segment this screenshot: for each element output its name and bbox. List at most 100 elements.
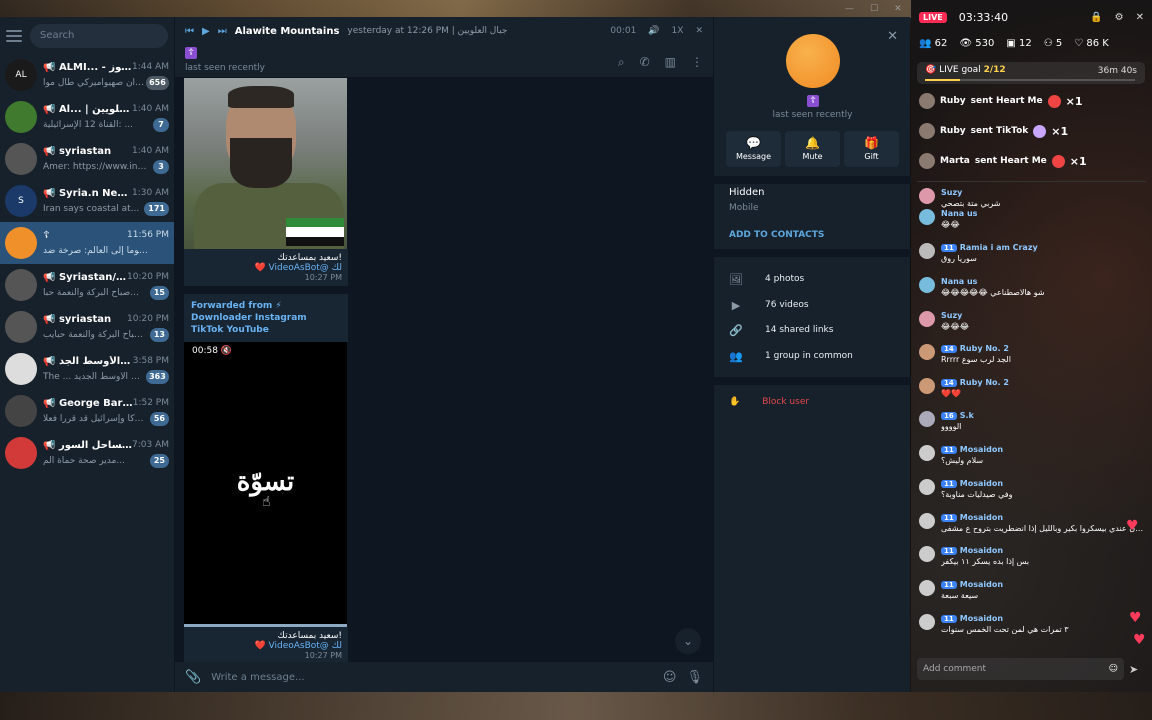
profile-action-mute[interactable]: 🔔 Mute [785, 131, 840, 167]
close-icon[interactable]: ✕ [887, 29, 898, 44]
avatar[interactable] [919, 243, 935, 259]
playback-speed[interactable]: 1X [672, 26, 684, 36]
play-icon[interactable]: ▶ [202, 26, 210, 37]
comment-author[interactable]: 11 Ramia i am Crazy [941, 243, 1144, 252]
chat-header[interactable]: ☦ last seen recently ⌕ ✆ ▥ ⋮ [175, 45, 713, 78]
avatar[interactable] [919, 378, 935, 394]
chat-list-item[interactable]: ☦ 11:56 PM من باب توما إلى العالم: صرخة … [0, 222, 174, 264]
comment-author[interactable]: 11 Mosaidon [941, 513, 1144, 522]
forwarded-header[interactable]: Forwarded from ⚡ Downloader Instagram Ti… [184, 294, 348, 342]
scroll-down-button[interactable]: ⌄ [675, 628, 701, 654]
avatar[interactable] [919, 479, 935, 495]
player-title[interactable]: Alawite Mountains [235, 26, 340, 37]
close-player-icon[interactable]: ✕ [695, 26, 703, 36]
volume-icon[interactable]: 🔊 [648, 26, 659, 36]
avatar[interactable] [919, 153, 935, 169]
emoji-icon[interactable]: ☺ [1109, 664, 1118, 674]
add-to-contacts-button[interactable]: ADD TO CONTACTS [729, 230, 824, 240]
comment-author[interactable]: Nana us [941, 277, 1144, 286]
minimize-icon[interactable]: — [845, 4, 854, 14]
avatar[interactable] [919, 123, 935, 139]
chat-list-item[interactable]: 📢 مرصد الساحل السور... 7:03 AM مدير صحة … [0, 432, 174, 474]
comment-author[interactable]: 11 Mosaidon [941, 614, 1144, 623]
comment-author[interactable]: Nana us [941, 209, 1144, 218]
avatar[interactable] [919, 411, 935, 427]
profile-action-message[interactable]: 💬 Message [726, 131, 781, 167]
avatar[interactable] [919, 546, 935, 562]
video-message[interactable]: 00:58 🔇 تسوّة ☝ [184, 342, 347, 627]
call-icon[interactable]: ✆ [640, 55, 650, 70]
maximize-icon[interactable]: ☐ [870, 4, 878, 14]
peer-emoji-icon: ☦ [185, 47, 197, 59]
chat-list-item[interactable]: 📢 الشرق الأوسط الجد... 3:58 PM The ... ا… [0, 348, 174, 390]
caption-link[interactable]: ❤️ VideoAsBot@ لك [190, 263, 342, 273]
chat-list-item[interactable]: 📢 Syriastan/Com... 10:20 PM صباح البركة … [0, 264, 174, 306]
avatar[interactable] [919, 513, 935, 529]
gift-user[interactable]: Ruby [940, 96, 966, 106]
avatar[interactable] [919, 311, 935, 327]
sidebar-toggle-icon[interactable]: ▥ [665, 55, 676, 70]
lock-icon[interactable]: 🔒 [1090, 12, 1102, 23]
avatar[interactable] [919, 344, 935, 360]
comment-author[interactable]: 14 Ruby No. 2 [941, 378, 1144, 387]
more-icon[interactable]: ⋮ [691, 55, 703, 70]
muted-icon[interactable]: 🔇 [221, 346, 232, 356]
divider [917, 181, 1146, 182]
gift-user[interactable]: Marta [940, 156, 970, 166]
comment-author[interactable]: Suzy [941, 188, 1144, 197]
close-icon[interactable]: ✕ [1136, 12, 1144, 23]
comment-author[interactable]: 11 Mosaidon [941, 445, 1144, 454]
chat-list-item[interactable]: 📢 George Barshen ... 1:52 PM أميركا وإسر… [0, 390, 174, 432]
avatar[interactable] [919, 209, 935, 225]
live-goal[interactable]: 🎯 LIVE goal 2/12 36m 40s [917, 62, 1145, 84]
send-icon[interactable]: ➤ [1129, 663, 1138, 676]
profile-avatar[interactable] [786, 34, 840, 88]
video-thumbnail[interactable] [184, 78, 347, 249]
previous-icon[interactable]: ⏮ [185, 26, 194, 37]
gift-text: sent Heart Me [974, 156, 1047, 166]
emoji-icon[interactable]: ☺ [663, 670, 677, 685]
menu-icon[interactable] [6, 29, 22, 42]
search-input[interactable] [40, 30, 158, 41]
comment-author[interactable]: 11 Mosaidon [941, 479, 1144, 488]
comment-input[interactable] [923, 664, 1109, 674]
comment-author[interactable]: 16 S.k [941, 411, 1144, 420]
shared-media-links[interactable]: 🔗 14 shared links [729, 320, 904, 340]
comment-author[interactable]: 11 Mosaidon [941, 546, 1144, 555]
comment-box[interactable]: ☺ [917, 658, 1124, 680]
comment-author[interactable]: 14 Ruby No. 2 [941, 344, 1144, 353]
comment-author[interactable]: 11 Mosaidon [941, 580, 1144, 589]
search-icon[interactable]: ⌕ [618, 55, 625, 70]
chat-list-item[interactable]: 📢 syriastan 10:20 PM صباح البركة والنعمة… [0, 306, 174, 348]
settings-icon[interactable]: ⚙ [1115, 12, 1124, 23]
avatar[interactable] [919, 188, 935, 204]
forward-title[interactable]: Forwarded from ⚡ Downloader Instagram Ti… [191, 300, 341, 336]
message-input[interactable] [211, 671, 653, 683]
shared-media-groups[interactable]: 👥 1 group in common [729, 346, 904, 366]
shared-media-videos[interactable]: ▶ 76 videos [729, 295, 904, 315]
chat-list-item[interactable]: 📢 syriastan 1:40 AM Amer: https://www.in… [0, 138, 174, 180]
close-window-icon[interactable]: ✕ [894, 4, 902, 14]
search-box[interactable] [30, 23, 168, 48]
gift-user[interactable]: Ruby [940, 126, 966, 136]
block-user-button[interactable]: ✋ Block user [729, 397, 809, 407]
next-icon[interactable]: ⏭ [218, 26, 227, 37]
comment-author[interactable]: Suzy [941, 311, 1144, 320]
shared-media-photos[interactable]: 🖼 4 photos [729, 269, 904, 289]
photo-beard [230, 138, 292, 188]
chat-list-item[interactable]: AL 📢 ALMI... - المحور نيوز 1:44 AM عنوان… [0, 54, 174, 96]
caption-link-2[interactable]: ❤️ VideoAsBot@ لك [190, 641, 342, 651]
chat-name: 📢 Syriastan/Com... [43, 271, 127, 283]
avatar[interactable] [919, 277, 935, 293]
avatar[interactable] [919, 580, 935, 596]
avatar[interactable] [919, 93, 935, 109]
chat-list-item[interactable]: 📢 Al... | جبال العلويين 1:40 AM القناة 1… [0, 96, 174, 138]
attach-icon[interactable]: 📎 [185, 670, 201, 685]
avatar[interactable] [919, 614, 935, 630]
video-progress[interactable] [184, 624, 347, 627]
chat-row-bottom: Iran says coastal at... 171 [43, 201, 169, 217]
avatar[interactable] [919, 445, 935, 461]
microphone-icon[interactable]: 🎙 [686, 670, 703, 685]
chat-list-item[interactable]: S 📢 Syria.n News 1:30 AM Iran says coast… [0, 180, 174, 222]
profile-action-gift[interactable]: 🎁 Gift [844, 131, 899, 167]
